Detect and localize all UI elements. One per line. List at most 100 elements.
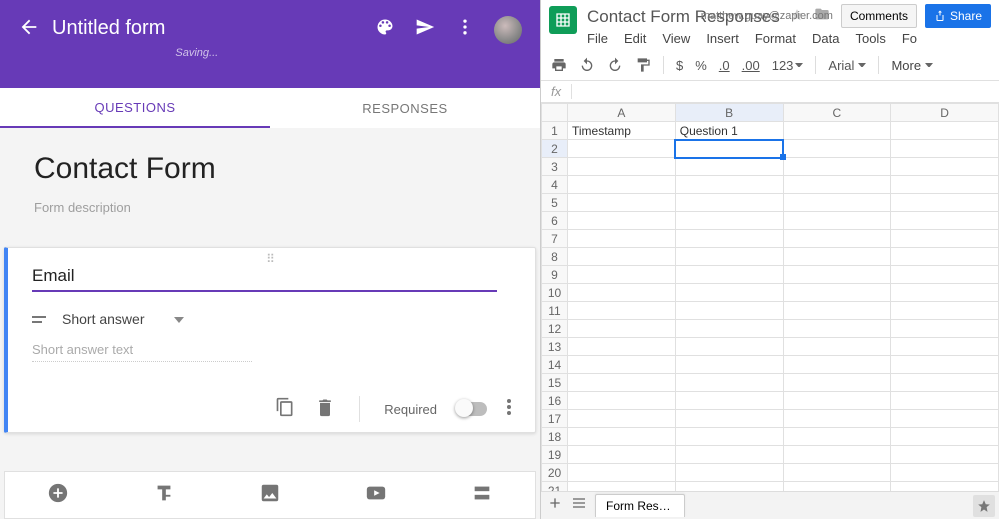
row-header[interactable]: 1 (542, 122, 568, 140)
cell-B11[interactable] (675, 302, 783, 320)
undo-icon[interactable] (579, 57, 595, 73)
cell-B15[interactable] (675, 374, 783, 392)
menu-format[interactable]: Format (755, 31, 796, 46)
cell-D14[interactable] (891, 356, 999, 374)
cell-B17[interactable] (675, 410, 783, 428)
cell-D1[interactable] (891, 122, 999, 140)
cell-D12[interactable] (891, 320, 999, 338)
currency-button[interactable]: $ (676, 58, 683, 73)
cell-D7[interactable] (891, 230, 999, 248)
cell-C15[interactable] (783, 374, 891, 392)
col-header[interactable]: D (891, 104, 999, 122)
duplicate-icon[interactable] (275, 397, 295, 422)
cell-A7[interactable] (568, 230, 676, 248)
cell-C17[interactable] (783, 410, 891, 428)
cell-A1[interactable]: Timestamp (568, 122, 676, 140)
cell-C8[interactable] (783, 248, 891, 266)
cell-B20[interactable] (675, 464, 783, 482)
font-dropdown[interactable]: Arial (828, 58, 866, 73)
cell-C1[interactable] (783, 122, 891, 140)
cell-A3[interactable] (568, 158, 676, 176)
cell-C3[interactable] (783, 158, 891, 176)
cell-B1[interactable]: Question 1 (675, 122, 783, 140)
row-header[interactable]: 3 (542, 158, 568, 176)
cell-A6[interactable] (568, 212, 676, 230)
number-format-dropdown[interactable]: 123 (772, 58, 804, 73)
cell-A14[interactable] (568, 356, 676, 374)
row-header[interactable]: 6 (542, 212, 568, 230)
cell-C7[interactable] (783, 230, 891, 248)
explore-icon[interactable] (973, 495, 995, 517)
cell-C18[interactable] (783, 428, 891, 446)
paint-format-icon[interactable] (635, 57, 651, 73)
cell-A20[interactable] (568, 464, 676, 482)
row-header[interactable]: 12 (542, 320, 568, 338)
cell-C21[interactable] (783, 482, 891, 492)
cell-B4[interactable] (675, 176, 783, 194)
cell-D6[interactable] (891, 212, 999, 230)
cell-B10[interactable] (675, 284, 783, 302)
formula-input[interactable] (572, 85, 999, 99)
row-header[interactable]: 16 (542, 392, 568, 410)
increase-decimal-button[interactable]: .00 (742, 58, 760, 73)
add-video-icon[interactable] (365, 482, 387, 509)
cell-A10[interactable] (568, 284, 676, 302)
percent-button[interactable]: % (695, 58, 707, 73)
cell-A2[interactable] (568, 140, 676, 158)
row-header[interactable]: 11 (542, 302, 568, 320)
cell-D9[interactable] (891, 266, 999, 284)
cell-B7[interactable] (675, 230, 783, 248)
sheet-tab[interactable]: Form Respons (595, 494, 685, 517)
question-card[interactable]: ⠿ Short answer Short answer text (4, 247, 536, 433)
cell-C20[interactable] (783, 464, 891, 482)
cell-A9[interactable] (568, 266, 676, 284)
menu-insert[interactable]: Insert (706, 31, 739, 46)
question-more-icon[interactable] (507, 397, 511, 422)
cell-A19[interactable] (568, 446, 676, 464)
cell-B6[interactable] (675, 212, 783, 230)
form-description[interactable]: Form description (34, 200, 506, 215)
add-title-icon[interactable] (153, 482, 175, 509)
menu-edit[interactable]: Edit (624, 31, 646, 46)
cell-B21[interactable] (675, 482, 783, 492)
add-image-icon[interactable] (259, 482, 281, 509)
tab-responses[interactable]: RESPONSES (270, 88, 540, 128)
print-icon[interactable] (551, 57, 567, 73)
row-header[interactable]: 8 (542, 248, 568, 266)
menu-fo[interactable]: Fo (902, 31, 917, 46)
row-header[interactable]: 2 (542, 140, 568, 158)
cell-B8[interactable] (675, 248, 783, 266)
form-title[interactable]: Untitled form (52, 16, 165, 40)
spreadsheet-grid[interactable]: ABCD1TimestampQuestion 12345678910111213… (541, 103, 999, 491)
cell-B9[interactable] (675, 266, 783, 284)
cell-D13[interactable] (891, 338, 999, 356)
row-header[interactable]: 18 (542, 428, 568, 446)
cell-D21[interactable] (891, 482, 999, 492)
row-header[interactable]: 21 (542, 482, 568, 492)
row-header[interactable]: 9 (542, 266, 568, 284)
col-header[interactable]: B (675, 104, 783, 122)
cell-C11[interactable] (783, 302, 891, 320)
cell-D4[interactable] (891, 176, 999, 194)
cell-B2[interactable] (675, 140, 783, 158)
cell-A11[interactable] (568, 302, 676, 320)
cell-A15[interactable] (568, 374, 676, 392)
cell-A4[interactable] (568, 176, 676, 194)
cell-A5[interactable] (568, 194, 676, 212)
row-header[interactable]: 10 (542, 284, 568, 302)
row-header[interactable]: 13 (542, 338, 568, 356)
required-toggle[interactable] (457, 402, 487, 416)
decrease-decimal-button[interactable]: .0 (719, 58, 730, 73)
cell-D10[interactable] (891, 284, 999, 302)
cell-C10[interactable] (783, 284, 891, 302)
row-header[interactable]: 14 (542, 356, 568, 374)
col-header[interactable]: A (568, 104, 676, 122)
row-header[interactable]: 4 (542, 176, 568, 194)
form-main-title[interactable]: Contact Form (34, 152, 506, 186)
cell-D19[interactable] (891, 446, 999, 464)
share-button[interactable]: Share (925, 4, 991, 28)
cell-B13[interactable] (675, 338, 783, 356)
row-header[interactable]: 7 (542, 230, 568, 248)
cell-C5[interactable] (783, 194, 891, 212)
cell-A21[interactable] (568, 482, 676, 492)
